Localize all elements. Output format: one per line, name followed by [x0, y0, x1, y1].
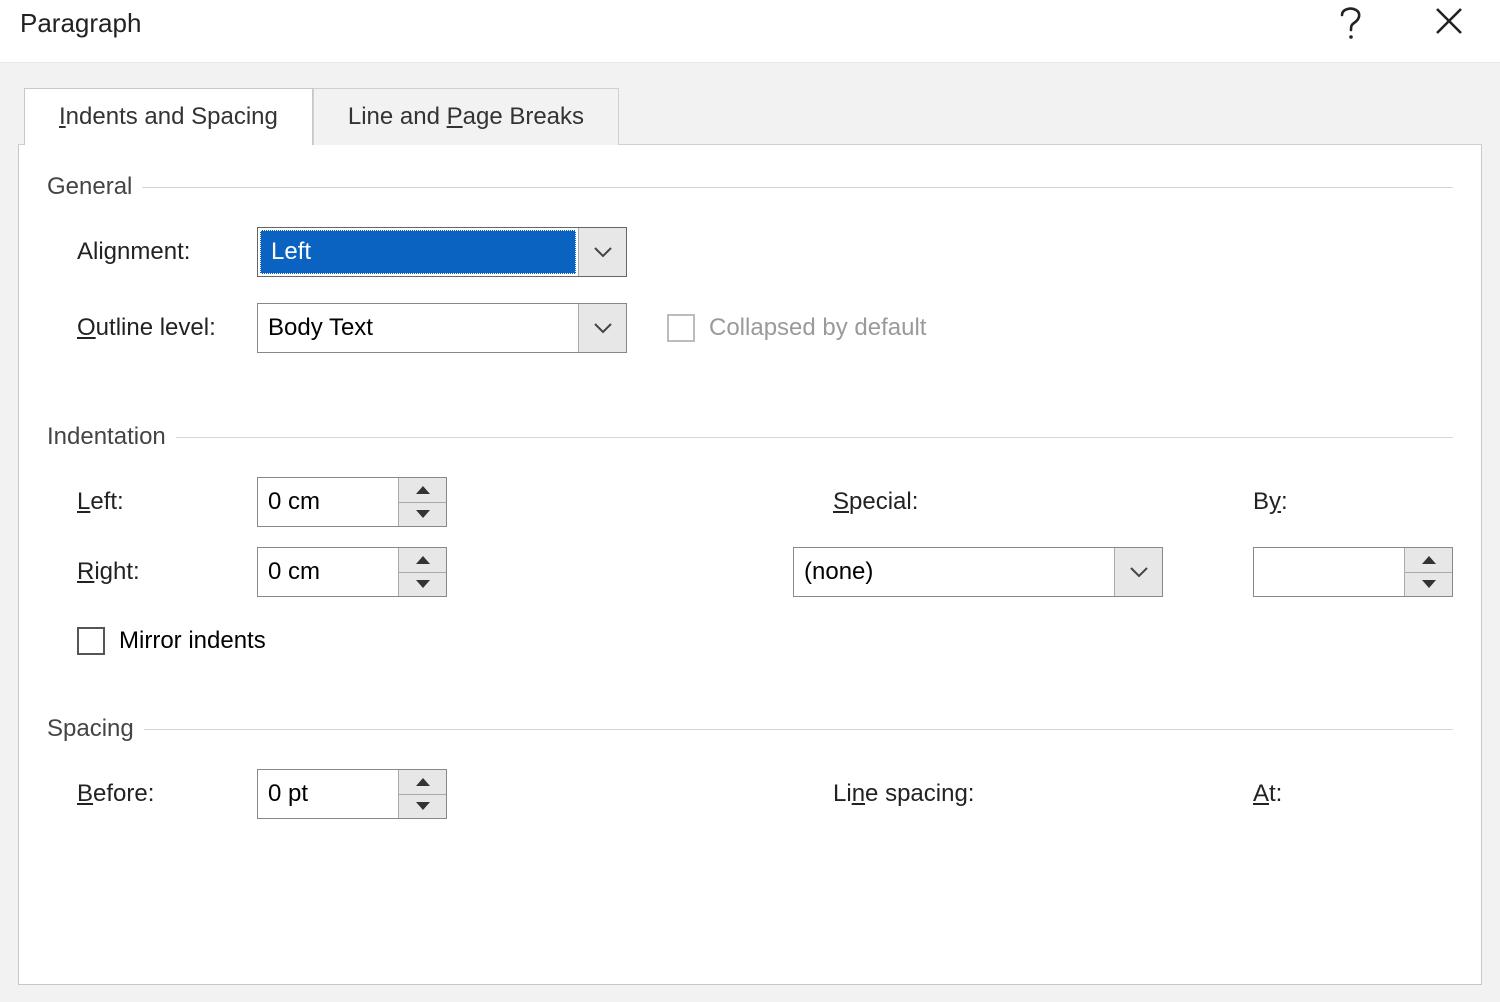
- group-spacing: Spacing: [47, 715, 1453, 743]
- spinner-down-icon[interactable]: [399, 795, 446, 819]
- at-label: At:: [1253, 780, 1453, 808]
- spinner-up-icon[interactable]: [399, 770, 446, 795]
- indent-right-value[interactable]: 0 cm: [258, 548, 398, 596]
- special-combo[interactable]: (none): [793, 547, 1163, 597]
- mirror-checkbox[interactable]: Mirror indents: [77, 627, 266, 655]
- before-spinner[interactable]: 0 pt: [257, 769, 447, 819]
- before-label: Before:: [47, 780, 257, 808]
- indent-right-label: Right:: [47, 558, 257, 586]
- divider: [144, 729, 1453, 730]
- checkbox-box: [667, 314, 695, 342]
- mirror-label: Mirror indents: [119, 627, 266, 655]
- spinner-buttons: [398, 478, 446, 526]
- spinner-up-icon[interactable]: [399, 548, 446, 573]
- checkbox-box[interactable]: [77, 627, 105, 655]
- group-general-label: General: [47, 173, 132, 201]
- close-button[interactable]: [1434, 6, 1464, 40]
- row-mirror: Mirror indents: [47, 627, 1453, 655]
- indent-left-spinner[interactable]: 0 cm: [257, 477, 447, 527]
- row-indent-left: Left: 0 cm Special: By:: [47, 477, 1453, 527]
- row-alignment: Alignment: Left: [47, 227, 1453, 277]
- spinner-buttons: [398, 548, 446, 596]
- collapsed-label: Collapsed by default: [709, 314, 926, 342]
- client-area: Indents and Spacing Line and Page Breaks…: [0, 62, 1500, 1002]
- dialog-title: Paragraph: [20, 8, 141, 39]
- spinner-down-icon[interactable]: [1405, 573, 1452, 597]
- divider: [142, 187, 1453, 188]
- tabstrip: Indents and Spacing Line and Page Breaks: [18, 87, 1482, 145]
- group-indentation: Indentation: [47, 423, 1453, 451]
- by-value[interactable]: [1254, 548, 1404, 596]
- chevron-down-icon[interactable]: [578, 228, 626, 276]
- row-spacing-before: Before: 0 pt Line spacing: At:: [47, 769, 1453, 819]
- group-general: General: [47, 173, 1453, 201]
- chevron-down-icon[interactable]: [578, 304, 626, 352]
- spinner-down-icon[interactable]: [399, 573, 446, 597]
- indent-right-spinner[interactable]: 0 cm: [257, 547, 447, 597]
- special-label: Special:: [833, 488, 1213, 516]
- tab-line-page-breaks[interactable]: Line and Page Breaks: [313, 88, 619, 145]
- alignment-value: Left: [260, 230, 576, 274]
- help-button[interactable]: [1338, 6, 1364, 40]
- spinner-up-icon[interactable]: [399, 478, 446, 503]
- alignment-label: Alignment:: [47, 238, 257, 266]
- spinner-buttons: [1404, 548, 1452, 596]
- row-indent-right: Right: 0 cm (none): [47, 547, 1453, 597]
- line-spacing-label: Line spacing:: [833, 780, 1213, 808]
- titlebar: Paragraph: [0, 0, 1500, 62]
- spinner-buttons: [398, 770, 446, 818]
- by-spinner[interactable]: [1253, 547, 1453, 597]
- collapsed-checkbox: Collapsed by default: [667, 314, 926, 342]
- outline-combo[interactable]: Body Text: [257, 303, 627, 353]
- alignment-combo[interactable]: Left: [257, 227, 627, 277]
- spinner-up-icon[interactable]: [1405, 548, 1452, 573]
- group-spacing-label: Spacing: [47, 715, 134, 743]
- row-outline: Outline level: Body Text Collapsed by de…: [47, 303, 1453, 353]
- indent-left-value[interactable]: 0 cm: [258, 478, 398, 526]
- indent-left-label: Left:: [47, 488, 257, 516]
- tab-panel: General Alignment: Left Outline level: B…: [18, 145, 1482, 985]
- by-label: By:: [1253, 488, 1453, 516]
- before-value[interactable]: 0 pt: [258, 770, 398, 818]
- group-indentation-label: Indentation: [47, 423, 166, 451]
- outline-value: Body Text: [258, 304, 578, 352]
- special-value: (none): [794, 548, 1114, 596]
- outline-label: Outline level:: [47, 314, 257, 342]
- tab-indents-spacing[interactable]: Indents and Spacing: [24, 88, 313, 145]
- chevron-down-icon[interactable]: [1114, 548, 1162, 596]
- spinner-down-icon[interactable]: [399, 503, 446, 527]
- divider: [176, 437, 1453, 438]
- window-controls: [1338, 6, 1480, 40]
